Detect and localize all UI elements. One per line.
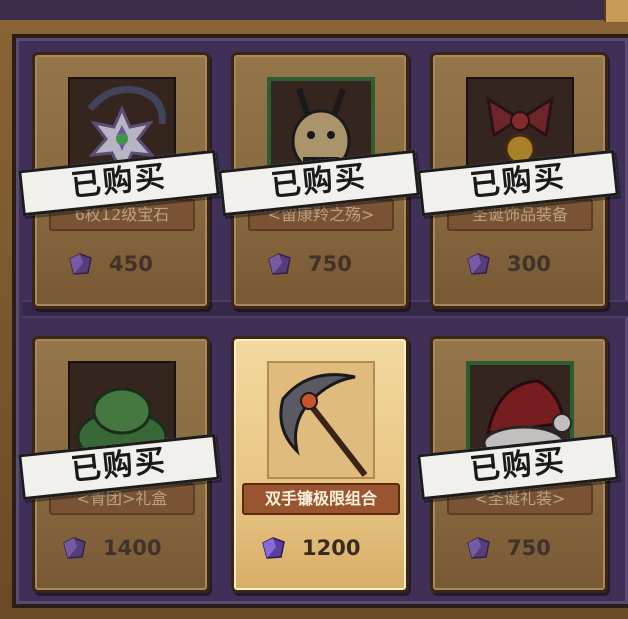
item-price: 1200 (302, 536, 361, 560)
corner-badge (604, 0, 628, 22)
scythe-icon (267, 361, 375, 479)
top-strip (0, 0, 628, 20)
shop-item-card-available[interactable]: 双手镰极限组合 1200 (231, 336, 409, 593)
purple-crystal-icon (262, 537, 285, 559)
price-row: 1200 (258, 533, 388, 563)
item-name: 双手镰极限组合 (242, 483, 400, 515)
